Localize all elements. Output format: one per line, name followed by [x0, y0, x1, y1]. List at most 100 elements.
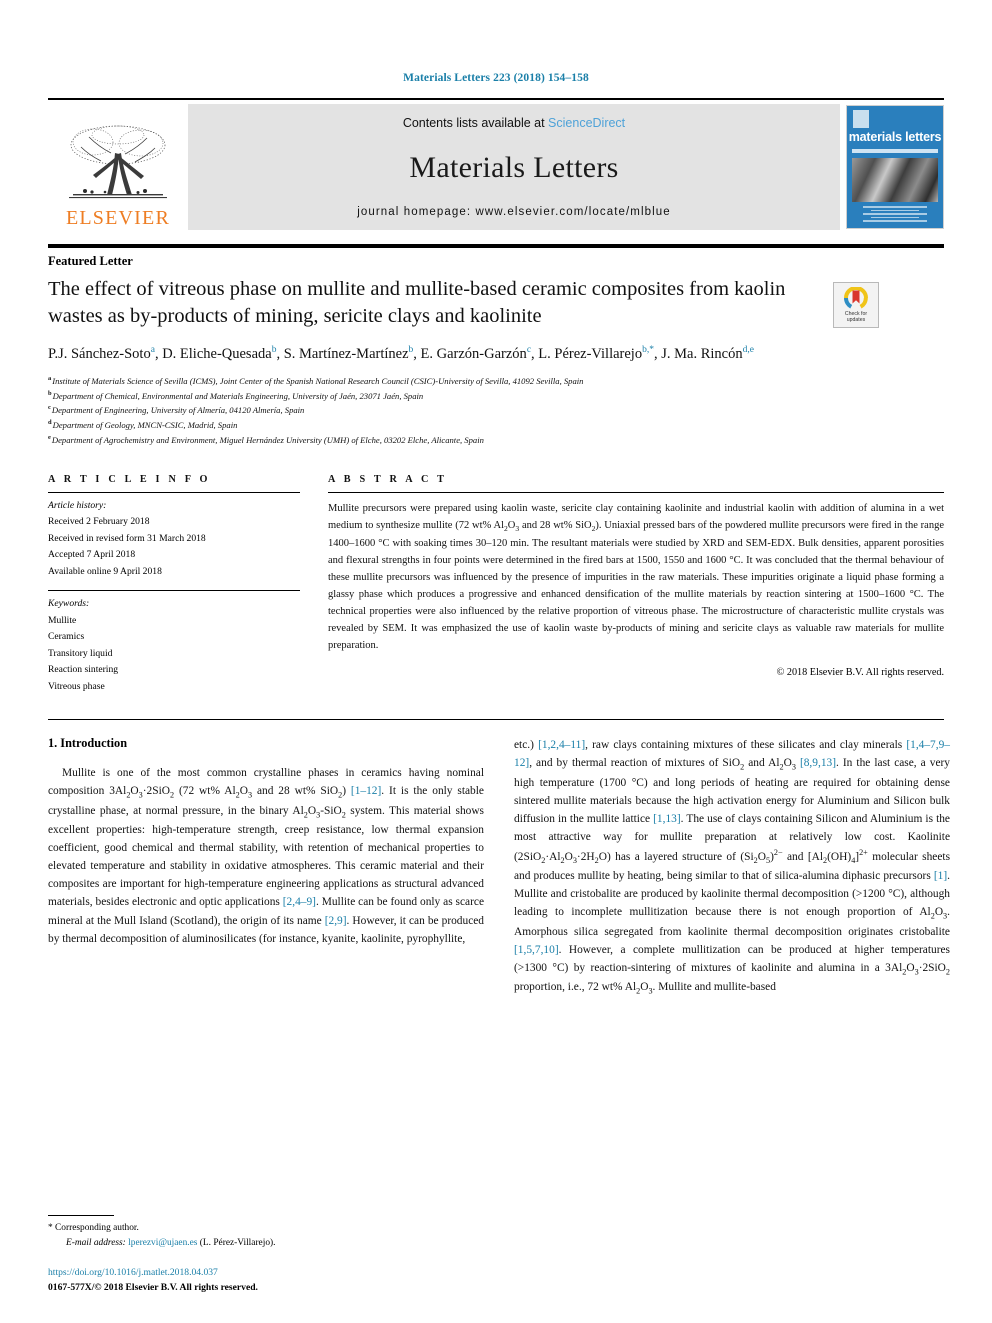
intro-paragraph-right: etc.) [1,2,4–11], raw clays containing m… [514, 739, 951, 996]
affiliation-item: dDepartment of Geology, MNCN-CSIC, Madri… [48, 418, 944, 433]
article-type-label: Featured Letter [48, 254, 133, 268]
cover-caption-lines [855, 206, 935, 224]
elsevier-logo: ELSEVIER [48, 104, 188, 230]
keyword-item: Transitory liquid [48, 647, 113, 659]
history-item: Received 2 February 2018 [48, 516, 150, 528]
author-entry: S. Martínez-Martínezb [284, 345, 414, 362]
citation-link[interactable]: [1,2,4–11] [538, 739, 585, 751]
footnote-corresponding: * Corresponding author. [48, 1221, 484, 1236]
section-heading-introduction: 1. Introduction [48, 736, 128, 751]
author-entry: D. Eliche-Quesadab [162, 345, 277, 363]
abstract-text: Mullite precursors were prepared using k… [328, 502, 944, 651]
affiliation-item: eDepartment of Agrochemistry and Environ… [48, 433, 944, 448]
author-name: D. Eliche-Quesada [162, 346, 272, 363]
journal-cover-image: materials letters [846, 105, 944, 229]
author-marks: d,e [742, 345, 754, 356]
author-marks: b,* [642, 345, 654, 356]
article-info-column: A R T I C L E I N F O Article history: R… [48, 474, 300, 696]
author-entry: J. Ma. Rincónd,e [661, 345, 754, 362]
crossmark-badge[interactable]: Check for updates [833, 282, 881, 328]
citation-link[interactable]: [8,9,13] [800, 757, 836, 769]
citation-link[interactable]: [2,9] [325, 915, 347, 927]
author-marks: b [271, 345, 277, 356]
footnote-rule [48, 1214, 114, 1216]
email-owner: (L. Pérez-Villarejo). [199, 1237, 276, 1248]
doi-link[interactable]: https://doi.org/10.1016/j.matlet.2018.04… [48, 1267, 218, 1278]
cover-photo [852, 158, 938, 202]
email-link[interactable]: lperezvi@ujaen.es [128, 1238, 197, 1248]
journal-cover-block: materials letters [840, 104, 944, 230]
abstract-rule [328, 491, 944, 493]
sciencedirect-link[interactable]: ScienceDirect [548, 116, 625, 130]
intro-paragraph-left: Mullite is one of the most common crysta… [48, 767, 485, 945]
footnote-star: * [48, 1222, 53, 1233]
affiliation-mark: e [48, 433, 51, 441]
page-title: The effect of vitreous phase on mullite … [48, 278, 786, 327]
keyword-item: Mullite [48, 614, 77, 626]
affiliation-text: Department of Agrochemistry and Environm… [51, 434, 484, 445]
citation-link[interactable]: [2,4–9] [283, 896, 316, 908]
paper-page: Materials Letters 223 (2018) 154–158 ELS… [0, 0, 992, 1323]
body-column-right: etc.) [1,2,4–11], raw clays containing m… [514, 736, 950, 997]
corresponding-author-footnote: * Corresponding author. E-mail address: … [48, 1214, 484, 1251]
keywords-rule [48, 590, 300, 592]
affiliation-item: cDepartment of Engineering, University o… [48, 403, 944, 418]
footnote-email: E-mail address: lperezvi@ujaen.es (L. Pé… [48, 1236, 484, 1251]
contents-available-line: Contents lists available at ScienceDirec… [403, 116, 625, 130]
affiliation-text: Department of Geology, MNCN-CSIC, Madrid… [52, 419, 238, 430]
elsevier-tree-icon [69, 125, 167, 199]
keyword-item: Vitreous phase [48, 680, 105, 692]
crossmark-line-2: updates [846, 316, 866, 323]
author-marks: b [408, 345, 414, 356]
keywords-block: Keywords: Mullite Ceramics Transitory li… [48, 596, 300, 695]
journal-homepage-link[interactable]: journal homepage: www.elsevier.com/locat… [357, 206, 671, 218]
history-item: Received in revised form 31 March 2018 [48, 532, 206, 544]
masthead-center: Contents lists available at ScienceDirec… [188, 104, 840, 230]
keyword-item: Ceramics [48, 631, 85, 643]
contents-prefix: Contents lists available at [402, 116, 549, 130]
journal-reference: Materials Letters 223 (2018) 154–158 [403, 72, 589, 84]
author-entry: P.J. Sánchez-Sotoa [48, 345, 155, 363]
author-entry: E. Garzón-Garzónc [421, 345, 532, 362]
journal-title: Materials Letters [409, 151, 619, 184]
affiliation-text: Department of Chemical, Environmental an… [52, 390, 424, 401]
article-info-rule [48, 491, 300, 493]
issn-copyright: 0167-577X/© 2018 Elsevier B.V. All right… [48, 1281, 258, 1293]
cover-journal-title: materials letters [848, 130, 942, 144]
keyword-item: Reaction sintering [48, 664, 119, 676]
author-marks: a [150, 345, 155, 356]
author-name: L. Pérez-Villarejo [538, 346, 643, 363]
history-item: Available online 9 April 2018 [48, 565, 162, 577]
author-list: P.J. Sánchez-Sotoa, D. Eliche-Quesadab, … [48, 345, 754, 363]
cover-divider [852, 149, 938, 153]
article-type-rule [48, 244, 944, 248]
abstract-column: A B S T R A C T Mullite precursors were … [328, 474, 944, 696]
affiliation-mark: d [48, 419, 52, 427]
page-footer: https://doi.org/10.1016/j.matlet.2018.04… [48, 1265, 548, 1295]
abstract-label: A B S T R A C T [328, 473, 448, 485]
affiliation-item: bDepartment of Chemical, Environmental a… [48, 389, 944, 404]
body-column-left: 1. Introduction Mullite is one of the mo… [48, 736, 484, 997]
affiliation-mark: c [48, 404, 51, 412]
cover-elsevier-icon [853, 110, 869, 128]
author-name: P.J. Sánchez-Soto [48, 346, 151, 363]
author-entry: L. Pérez-Villarejob,* [538, 345, 654, 363]
history-item: Accepted 7 April 2018 [48, 549, 136, 561]
keywords-heading: Keywords: [48, 598, 90, 610]
crossmark-icon [843, 286, 868, 309]
article-info-label: A R T I C L E I N F O [48, 473, 211, 485]
affiliation-mark: a [48, 374, 52, 382]
elsevier-wordmark: ELSEVIER [65, 207, 171, 229]
affiliation-text: Institute of Materials Science of Sevill… [52, 375, 584, 386]
article-history-heading: Article history: [48, 499, 107, 511]
citation-link[interactable]: [1,5,7,10] [514, 944, 559, 956]
abstract-copyright: © 2018 Elsevier B.V. All rights reserved… [776, 667, 944, 678]
affiliation-mark: b [48, 389, 52, 397]
footnote-corresponding-text: Corresponding author. [55, 1222, 139, 1233]
citation-link[interactable]: [1–12] [351, 785, 381, 797]
affiliation-item: aInstitute of Materials Science of Sevil… [48, 374, 944, 389]
email-label: E-mail address: [66, 1237, 126, 1248]
citation-link[interactable]: [1,13] [653, 813, 681, 825]
masthead: ELSEVIER Contents lists available at Sci… [48, 98, 944, 230]
citation-link[interactable]: [1] [934, 870, 947, 882]
